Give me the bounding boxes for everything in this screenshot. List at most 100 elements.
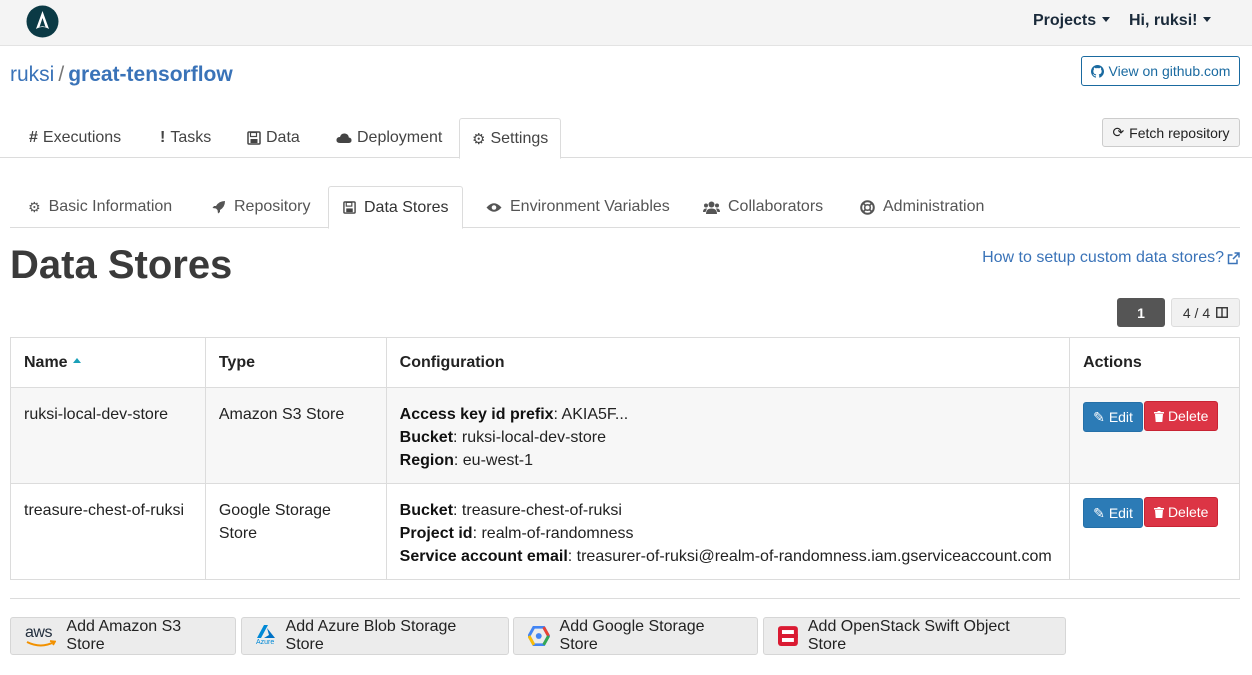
add-azure-blob-storage-store-button[interactable]: Azure Add Azure Blob Storage Store [241, 617, 509, 655]
add-openstack-swift-object-store-button[interactable]: Add OpenStack Swift Object Store [763, 617, 1066, 655]
column-header-type[interactable]: Type [204, 337, 387, 388]
columns-toggle-button[interactable]: 4 / 4 [1171, 298, 1240, 327]
config-key: Project id [399, 525, 473, 542]
tab-data[interactable]: Data [235, 118, 312, 158]
actions-cell: ✎ Edit Delete [1069, 483, 1240, 580]
actions-cell: ✎ Edit Delete [1069, 387, 1240, 484]
chevron-down-icon [1203, 17, 1212, 22]
top-navbar: Projects Hi, ruksi! [0, 0, 1252, 46]
edit-button[interactable]: ✎ Edit [1083, 498, 1143, 528]
config-key: Service account email [399, 548, 568, 565]
store-name-cell: ruksi-local-dev-store [10, 387, 206, 484]
config-key: Bucket [399, 429, 454, 446]
valohai-logo-icon[interactable] [26, 5, 59, 38]
tab-tasks[interactable]: ! Tasks [148, 118, 223, 158]
column-header-configuration[interactable]: Configuration [385, 337, 1071, 388]
tab-settings-label: Settings [490, 129, 549, 147]
delete-button[interactable]: Delete [1143, 401, 1219, 431]
add-azure-blob-storage-store-label: Add Azure Blob Storage Store [285, 618, 457, 653]
users-icon [703, 201, 720, 214]
store-config-cell: Bucket: treasure-chest-of-ruksi Project … [385, 483, 1071, 580]
config-line: Access key id prefix: AKIA5F... [400, 403, 1056, 426]
subtab-basic-information-label: Basic Information [48, 198, 173, 215]
config-value: : ruksi-local-dev-store [453, 429, 606, 446]
tab-tasks-label: Tasks [170, 129, 212, 146]
floppy-icon [343, 201, 356, 214]
store-name-cell: treasure-chest-of-ruksi [10, 483, 206, 580]
delete-button-label: Delete [1167, 407, 1209, 424]
azure-icon: Azure [256, 624, 276, 648]
subtab-collaborators[interactable]: Collaborators [689, 186, 837, 228]
breadcrumb-project-link[interactable]: great-tensorflow [68, 63, 233, 86]
add-google-storage-store-label: Add Google Storage Store [559, 618, 705, 653]
pencil-icon: ✎ [1093, 408, 1105, 425]
projects-menu[interactable]: Projects [1033, 12, 1111, 30]
help-link-label: How to setup custom data stores? [982, 249, 1224, 266]
config-key: Region [399, 452, 454, 469]
user-menu[interactable]: Hi, ruksi! [1129, 12, 1212, 30]
store-type-cell: Google Storage Store [204, 483, 387, 580]
edit-button-label: Edit [1108, 408, 1133, 425]
tab-deployment-label: Deployment [357, 129, 443, 146]
breadcrumb-owner-link[interactable]: ruksi [10, 63, 54, 86]
projects-menu-label: Projects [1033, 12, 1097, 29]
fetch-repository-button[interactable]: ⟳ Fetch repository [1102, 118, 1240, 147]
github-icon [1090, 64, 1104, 78]
edit-button[interactable]: ✎ Edit [1083, 402, 1143, 432]
add-openstack-swift-object-store-label: Add OpenStack Swift Object Store [807, 618, 1010, 653]
column-header-name[interactable]: Name [10, 337, 206, 388]
config-line: Bucket: ruksi-local-dev-store [400, 426, 1056, 449]
subtab-environment-variables[interactable]: Environment Variables [472, 186, 684, 228]
tab-executions-label: Executions [42, 129, 122, 146]
add-google-storage-store-button[interactable]: Add Google Storage Store [513, 617, 758, 655]
breadcrumb: ruksi / great-tensorflow [10, 63, 233, 87]
trash-icon [1153, 506, 1164, 518]
subtab-data-stores[interactable]: Data Stores [328, 186, 464, 229]
column-header-actions: Actions [1069, 337, 1240, 388]
add-amazon-s3-store-button[interactable]: aws Add Amazon S3 Store [10, 617, 236, 655]
divider [10, 598, 1240, 599]
subtab-administration[interactable]: Administration [846, 186, 998, 228]
gear-icon: ⚙ [472, 130, 486, 148]
pencil-icon: ✎ [1093, 504, 1105, 521]
tab-deployment[interactable]: Deployment [324, 118, 454, 158]
settings-subtabs: ⚙ Basic Information Repository Data Stor… [10, 186, 1240, 229]
delete-button-label: Delete [1167, 503, 1209, 520]
column-header-name-label: Name [24, 353, 68, 371]
config-value: : treasure-chest-of-ruksi [453, 502, 622, 519]
delete-button[interactable]: Delete [1143, 497, 1219, 527]
exclamation-icon: ! [160, 129, 166, 146]
config-key: Access key id prefix [399, 406, 554, 423]
chevron-down-icon [1102, 17, 1111, 22]
config-value: : treasurer-of-ruksi@realm-of-randomness… [567, 548, 1052, 565]
project-tabs: # Executions ! Tasks Data Deployment ⚙ S… [0, 118, 1252, 159]
subtab-administration-label: Administration [883, 198, 985, 215]
config-key: Bucket [399, 502, 454, 519]
aws-icon: aws [25, 624, 56, 648]
fetch-repository-label: Fetch repository [1129, 124, 1230, 141]
subtab-repository[interactable]: Repository [198, 186, 324, 228]
google-cloud-icon [528, 626, 550, 646]
tab-settings[interactable]: ⚙ Settings [459, 118, 562, 159]
tab-executions[interactable]: # Executions [17, 118, 133, 158]
azure-icon-text: Azure [256, 639, 275, 646]
trash-icon [1153, 410, 1164, 422]
config-line: Region: eu-west-1 [400, 449, 1056, 472]
config-value: : AKIA5F... [553, 406, 629, 423]
eye-icon [486, 202, 502, 212]
cloud-icon [336, 133, 352, 143]
page-1-button[interactable]: 1 [1117, 298, 1165, 327]
subtab-basic-information[interactable]: ⚙ Basic Information [14, 186, 186, 228]
subtab-environment-variables-label: Environment Variables [510, 198, 670, 215]
sort-ascending-icon [72, 357, 81, 363]
store-config-cell: Access key id prefix: AKIA5F... Bucket: … [385, 387, 1071, 484]
data-stores-table: Name Type Configuration Actions ruksi-lo… [10, 337, 1240, 580]
custom-data-stores-help-link[interactable]: How to setup custom data stores? [982, 249, 1240, 267]
config-line: Service account email: treasurer-of-ruks… [400, 545, 1056, 568]
subtab-data-stores-label: Data Stores [364, 198, 449, 216]
view-on-github-button[interactable]: View on github.com [1081, 56, 1240, 86]
rocket-icon [212, 201, 225, 214]
tab-data-label: Data [266, 129, 300, 146]
user-menu-label: Hi, ruksi! [1129, 12, 1198, 29]
external-link-icon [1227, 251, 1240, 264]
